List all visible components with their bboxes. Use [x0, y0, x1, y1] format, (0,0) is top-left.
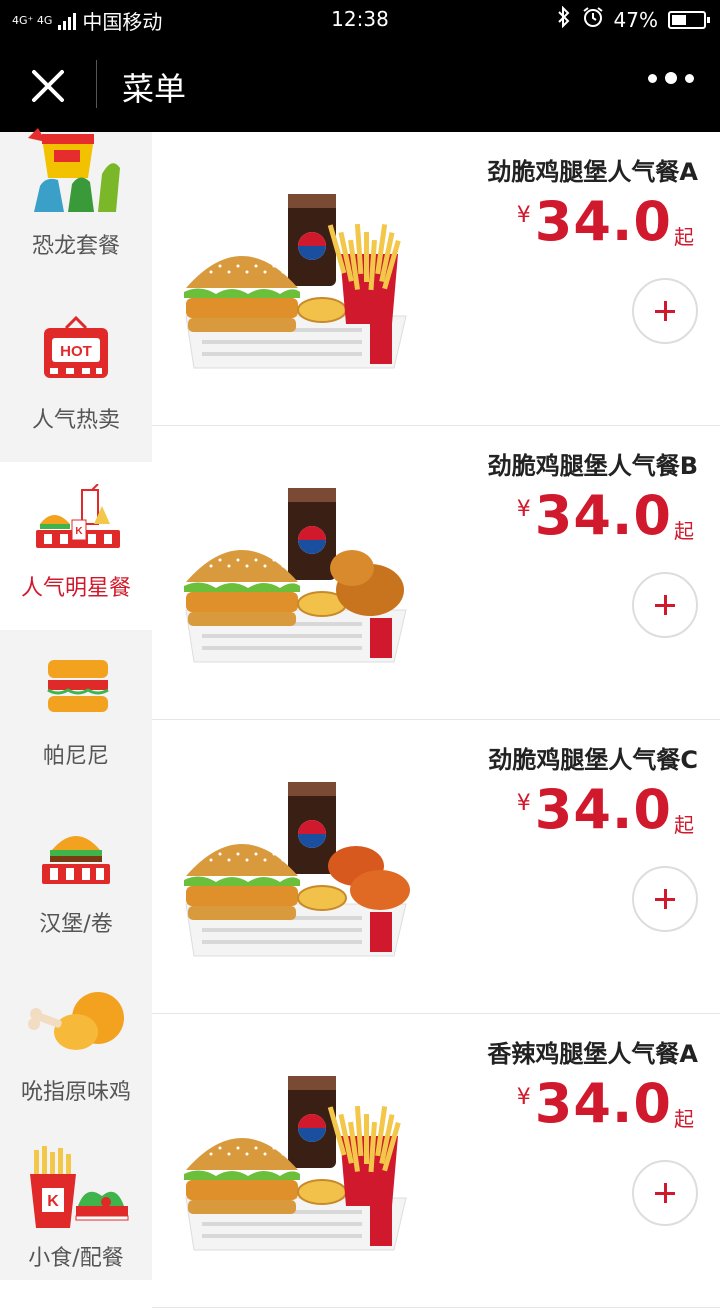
price-currency: ¥ [516, 1085, 531, 1110]
category-label: 吮指原味鸡 [20, 1080, 131, 1105]
more-dots-icon[interactable] [648, 72, 694, 84]
add-to-cart-button[interactable] [632, 1160, 698, 1226]
fries-snack-icon: K [26, 1144, 130, 1230]
svg-text:HOT: HOT [60, 343, 92, 360]
price-currency: ¥ [516, 497, 531, 522]
category-star-meal[interactable]: K 人气明星餐 [0, 462, 152, 630]
product-item[interactable]: 香辣鸡腿堡人气餐A ¥ 34.0 起 [152, 1014, 720, 1308]
battery-percent: 47% [613, 7, 658, 32]
product-price: ¥ 34.0 起 [517, 1072, 694, 1135]
alarm-icon [582, 6, 604, 33]
status-right: 47% [556, 5, 710, 33]
product-price: ¥ 34.0 起 [517, 484, 694, 547]
price-value: 34.0 [534, 484, 672, 547]
battery-fill [672, 14, 686, 25]
add-to-cart-button[interactable] [632, 278, 698, 344]
category-sidebar: 恐龙套餐 HOT 人气热卖 K 人气明星餐 帕尼尼 汉堡/卷 吮指原味鸡 K 小… [0, 128, 152, 1280]
add-to-cart-button[interactable] [632, 572, 698, 638]
product-name: 劲脆鸡腿堡人气餐C [488, 746, 698, 774]
category-hot-sell[interactable]: HOT 人气热卖 [0, 294, 152, 462]
price-value: 34.0 [534, 778, 672, 841]
category-label: 小食/配餐 [28, 1246, 124, 1271]
dinosaur-meal-icon [24, 128, 128, 218]
category-label: 帕尼尼 [42, 744, 109, 769]
product-list: 劲脆鸡腿堡人气餐A ¥ 34.0 起 劲脆鸡腿堡人气餐B ¥ 34.0 起 劲脆… [152, 132, 720, 1308]
svg-text:K: K [75, 526, 83, 537]
price-value: 34.0 [534, 190, 672, 253]
chicken-drumstick-icon [26, 988, 126, 1058]
burger-icon [36, 820, 116, 890]
category-label: 恐龙套餐 [31, 234, 120, 259]
meal-illustration [184, 488, 407, 663]
meal-illustration [184, 782, 410, 957]
product-name: 劲脆鸡腿堡人气餐B [487, 452, 698, 480]
category-label: 人气明星餐 [20, 576, 131, 601]
price-suffix: 起 [674, 519, 694, 543]
price-value: 34.0 [534, 1072, 672, 1135]
price-suffix: 起 [674, 813, 694, 837]
product-name: 香辣鸡腿堡人气餐A [487, 1040, 698, 1068]
product-price: ¥ 34.0 起 [517, 778, 694, 841]
product-image [180, 772, 420, 962]
category-burger-wrap[interactable]: 汉堡/卷 [0, 798, 152, 966]
product-price: ¥ 34.0 起 [517, 190, 694, 253]
meal-illustration [184, 1076, 407, 1251]
category-label: 人气热卖 [31, 408, 120, 433]
price-suffix: 起 [674, 225, 694, 249]
category-snacks[interactable]: K 小食/配餐 [0, 1134, 152, 1302]
price-currency: ¥ [516, 791, 531, 816]
product-item[interactable]: 劲脆鸡腿堡人气餐C ¥ 34.0 起 [152, 720, 720, 1014]
svg-text:K: K [47, 1193, 59, 1210]
product-image [180, 184, 420, 374]
meal-illustration [184, 194, 407, 369]
product-image [180, 1066, 420, 1256]
product-item[interactable]: 劲脆鸡腿堡人气餐B ¥ 34.0 起 [152, 426, 720, 720]
battery-icon [668, 10, 710, 29]
add-to-cart-button[interactable] [632, 866, 698, 932]
status-bar: 4G⁺ 4G 中国移动 12:38 47% [0, 0, 720, 38]
price-suffix: 起 [674, 1107, 694, 1131]
panini-icon [36, 652, 116, 722]
category-original-chicken[interactable]: 吮指原味鸡 [0, 966, 152, 1134]
bluetooth-icon [556, 5, 572, 33]
product-item[interactable]: 劲脆鸡腿堡人气餐A ¥ 34.0 起 [152, 132, 720, 426]
price-currency: ¥ [516, 203, 531, 228]
product-name: 劲脆鸡腿堡人气餐A [487, 158, 698, 186]
star-meal-icon: K [34, 483, 122, 554]
category-dinosaur-meal[interactable]: 恐龙套餐 [0, 94, 152, 262]
category-label: 汉堡/卷 [39, 912, 113, 937]
hot-sign-icon: HOT [36, 315, 116, 386]
product-image [180, 478, 420, 668]
category-panini[interactable]: 帕尼尼 [0, 630, 152, 798]
